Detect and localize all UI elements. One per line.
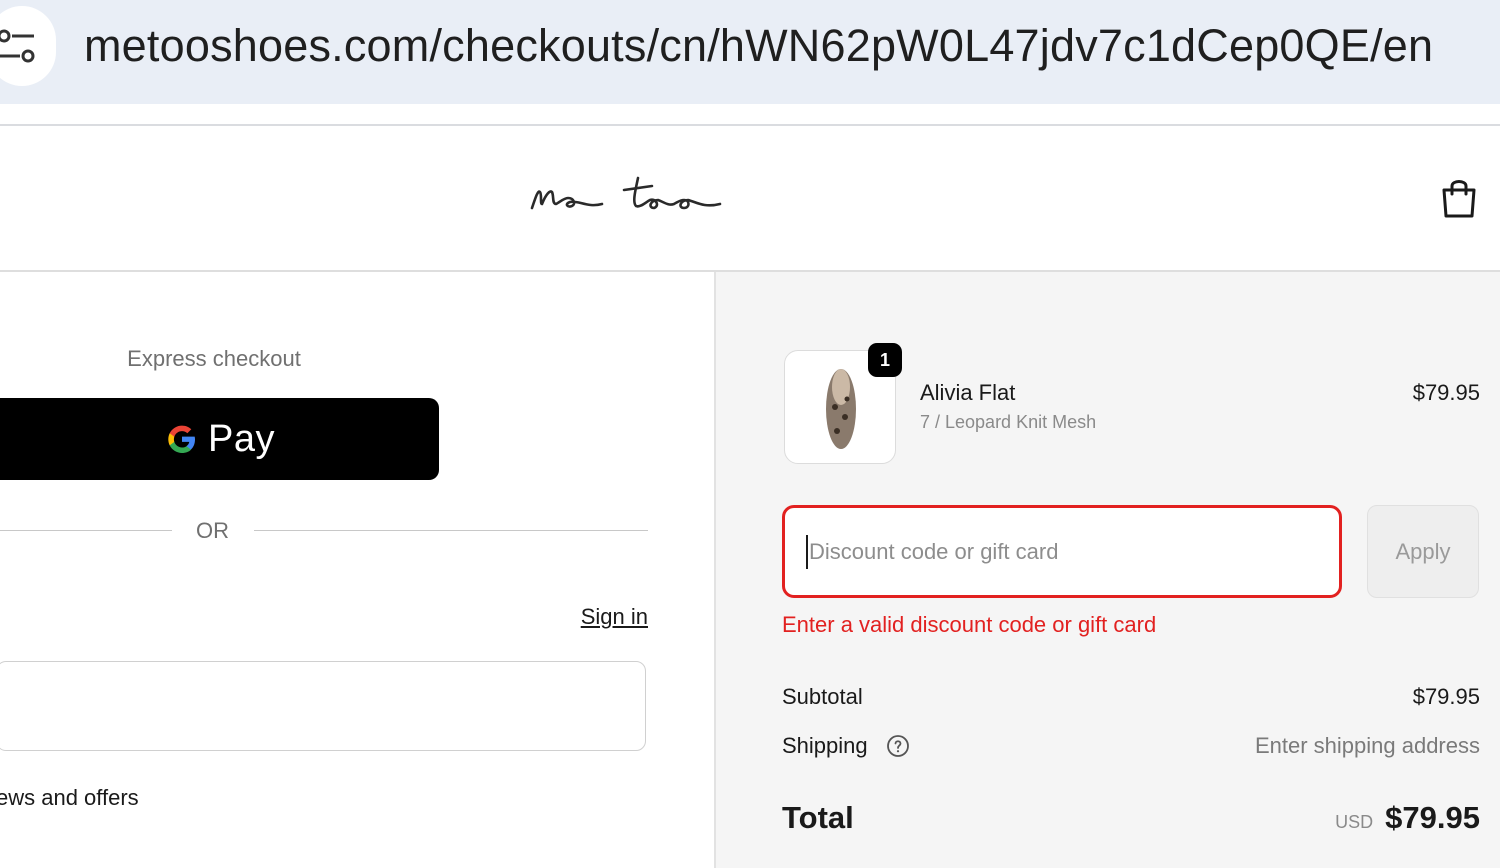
- divider-line-left: [0, 530, 172, 531]
- quantity-badge: 1: [868, 343, 902, 377]
- or-divider: OR: [0, 518, 648, 544]
- or-text: OR: [196, 518, 229, 543]
- google-pay-button[interactable]: Pay: [0, 398, 439, 480]
- product-variant: 7 / Leopard Knit Mesh: [920, 412, 1097, 432]
- logo-script: [530, 176, 722, 210]
- sign-in-link[interactable]: Sign in: [581, 604, 648, 630]
- product-price: $79.95: [1412, 380, 1480, 405]
- site-info-button[interactable]: [0, 6, 56, 86]
- subtotal-label: Subtotal: [782, 684, 863, 709]
- browser-divider: [0, 124, 1500, 126]
- tune-icon: [0, 29, 35, 63]
- currency-code: USD: [1335, 812, 1374, 832]
- help-circle-icon[interactable]: [886, 734, 910, 758]
- google-g-icon: [168, 425, 195, 453]
- email-field[interactable]: [0, 661, 646, 751]
- apply-discount-button[interactable]: Apply: [1367, 505, 1479, 598]
- shipping-value: Enter shipping address: [1254, 733, 1480, 758]
- discount-code-input[interactable]: [782, 505, 1342, 598]
- discount-error-message: Enter a valid discount code or gift card: [782, 612, 1157, 637]
- shopping-bag-icon[interactable]: [1438, 176, 1480, 220]
- text-caret: [806, 535, 808, 569]
- total-amount: USD $79.95: [1335, 800, 1480, 836]
- address-bar[interactable]: metooshoes.com/checkouts/cn/hWN62pW0L47j…: [0, 0, 1500, 104]
- express-checkout-label: Express checkout: [127, 346, 301, 371]
- shipping-label: Shipping: [782, 733, 868, 758]
- total-value: $79.95: [1385, 800, 1480, 835]
- google-pay-label: Pay: [208, 417, 275, 460]
- total-label: Total: [782, 800, 854, 835]
- divider-line-right: [254, 530, 648, 531]
- product-name: Alivia Flat: [920, 380, 1016, 405]
- store-logo[interactable]: [528, 168, 728, 228]
- news-offers-checkbox-label[interactable]: ews and offers: [0, 785, 139, 811]
- url-text[interactable]: metooshoes.com/checkouts/cn/hWN62pW0L47j…: [84, 20, 1433, 72]
- subtotal-value: $79.95: [1412, 684, 1480, 709]
